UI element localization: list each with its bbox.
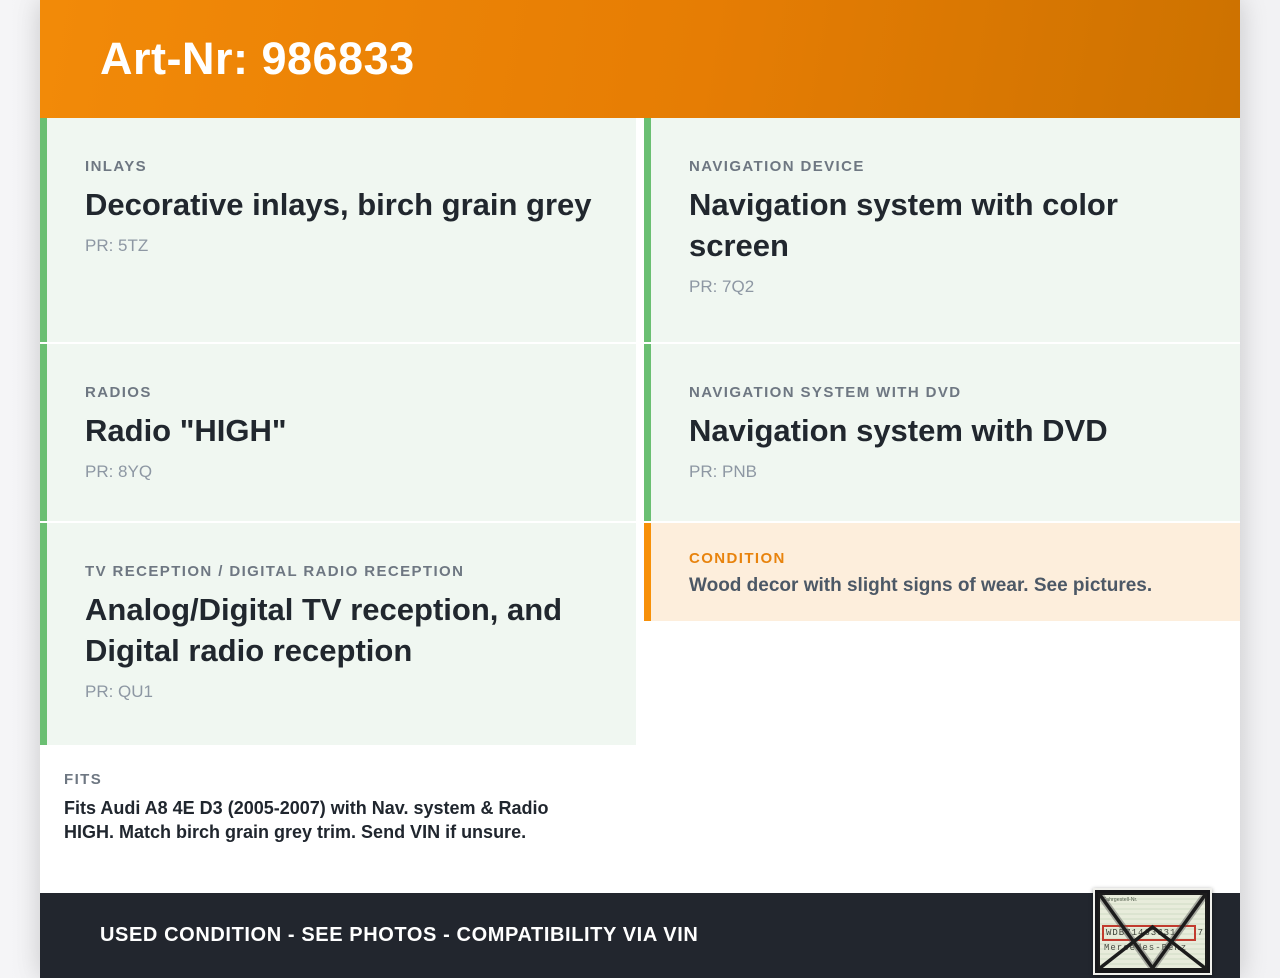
spec-section-label: RADIOS [85, 384, 152, 401]
footer-bar: USED CONDITION - SEE PHOTOS - COMPATIBIL… [40, 893, 1240, 978]
pr-code: PR: PNB [689, 462, 758, 481]
pr-code: PR: QU1 [85, 682, 154, 701]
spec-card-navigation-device: NAVIGATION DEVICE Navigation system with… [644, 118, 1240, 342]
footer-notice: USED CONDITION - SEE PHOTOS - COMPATIBIL… [100, 924, 699, 946]
condition-section-label: CONDITION [689, 550, 786, 567]
header-banner: Art-Nr: 986833 [40, 0, 1240, 118]
crossed-out-envelope-icon [1098, 893, 1207, 970]
registration-document-thumbnail[interactable]: Fahrgestell-Nr. WDB71463J31 7 Mercedes-B… [1093, 888, 1212, 975]
registration-document-paper: Fahrgestell-Nr. WDB71463J31 7 Mercedes-B… [1095, 890, 1210, 973]
fits-section-label: FITS [64, 771, 103, 788]
spec-section-label: NAVIGATION SYSTEM WITH DVD [689, 384, 962, 401]
pr-code: PR: 7Q2 [689, 277, 755, 296]
spec-card-navigation-dvd: NAVIGATION SYSTEM WITH DVD Navigation sy… [644, 344, 1240, 521]
spec-grid: INLAYS Decorative inlays, birch grain gr… [40, 118, 1240, 893]
pr-code: PR: 5TZ [85, 236, 149, 255]
spec-card-inlays: INLAYS Decorative inlays, birch grain gr… [40, 118, 636, 342]
listing-sheet: Art-Nr: 986833 INLAYS Decorative inlays,… [40, 0, 1240, 978]
left-column: INLAYS Decorative inlays, birch grain gr… [40, 118, 636, 893]
spec-title: Radio "HIGH" [85, 413, 287, 448]
spec-title: Navigation system with DVD [689, 413, 1108, 448]
spec-card-tv-reception: TV RECEPTION / DIGITAL RADIO RECEPTION A… [40, 523, 636, 745]
spec-title: Navigation system with color screen [689, 187, 1118, 263]
condition-text: Wood decor with slight signs of wear. Se… [689, 575, 1153, 596]
spec-card-radios: RADIOS Radio "HIGH" PR: 8YQ [40, 344, 636, 521]
article-number-title: Art-Nr: 986833 [100, 33, 415, 84]
condition-card: CONDITION Wood decor with slight signs o… [644, 523, 1240, 621]
spec-title: Decorative inlays, birch grain grey [85, 187, 592, 222]
spec-section-label: NAVIGATION DEVICE [689, 158, 865, 175]
right-column: NAVIGATION DEVICE Navigation system with… [644, 118, 1240, 893]
pr-code: PR: 8YQ [85, 462, 153, 481]
spec-section-label: TV RECEPTION / DIGITAL RADIO RECEPTION [85, 563, 465, 580]
spec-section-label: INLAYS [85, 158, 148, 175]
spec-title: Analog/Digital TV reception, and Digital… [85, 592, 563, 668]
empty-area [644, 623, 1240, 893]
fits-text: Fits Audi A8 4E D3 (2005-2007) with Nav.… [64, 798, 549, 842]
fits-card: FITS Fits Audi A8 4E D3 (2005-2007) with… [40, 747, 636, 893]
